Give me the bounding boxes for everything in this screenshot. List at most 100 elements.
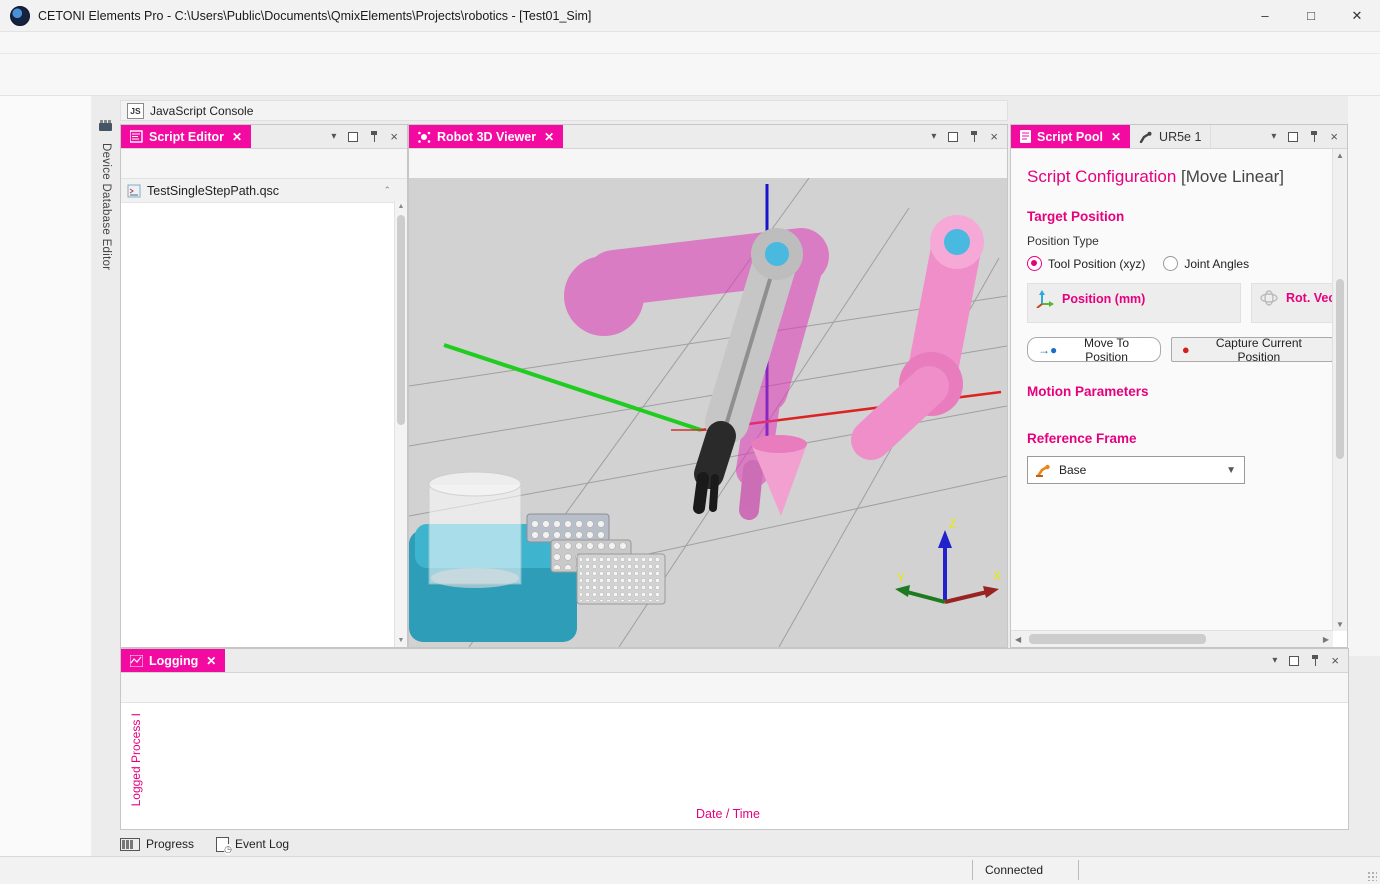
xyz-axes-icon: [1036, 290, 1054, 308]
script-pool-panel: Script Pool ✕ UR5e 1 ▾ × Script Configur…: [1010, 124, 1348, 648]
javascript-console-label: JavaScript Console: [150, 104, 253, 118]
close-icon[interactable]: ✕: [544, 130, 554, 144]
scroll-up-icon[interactable]: ▲: [1336, 151, 1344, 160]
app-icon: [10, 6, 30, 26]
close-button[interactable]: ✕: [1334, 0, 1380, 32]
robot-3d-viewer-tab-icon: [418, 131, 431, 143]
close-panel-icon[interactable]: ×: [390, 129, 398, 144]
script-step-list: [121, 201, 395, 647]
maximize-button[interactable]: □: [1288, 0, 1334, 32]
rotation-icon: [1260, 290, 1278, 306]
status-bar: Connected: [0, 856, 1380, 884]
pin-icon[interactable]: [1311, 655, 1319, 667]
target-position-heading: Target Position: [1027, 209, 1333, 224]
radio-tool-position[interactable]: Tool Position (xyz): [1027, 256, 1145, 271]
dock-menu-icon[interactable]: ▾: [1272, 655, 1277, 666]
logging-toolbar: [121, 673, 1348, 703]
tab-logging[interactable]: Logging ✕: [121, 649, 225, 672]
script-file-header[interactable]: TestSingleStepPath.qsc ⌃: [121, 179, 407, 203]
js-icon: JS: [127, 103, 144, 119]
reference-frame-select[interactable]: Base ▼: [1027, 456, 1245, 484]
right-vertical-tabs: [1348, 96, 1380, 656]
beaker: [429, 472, 521, 588]
connection-status: Connected: [985, 863, 1043, 877]
pin-icon[interactable]: [370, 131, 378, 143]
scroll-down-icon[interactable]: ▼: [1336, 620, 1344, 629]
close-icon[interactable]: ✕: [206, 654, 216, 668]
float-icon[interactable]: [1288, 132, 1298, 142]
float-icon[interactable]: [1289, 656, 1299, 666]
scroll-down-icon[interactable]: ▼: [395, 635, 407, 647]
gizmo-z-label: Z: [949, 517, 956, 531]
close-icon[interactable]: ✕: [1111, 130, 1121, 144]
script-configuration-form: Script Configuration [Move Linear] Targe…: [1011, 149, 1333, 631]
menu-bar: [0, 32, 1380, 54]
orientation-gizmo: Z X Y: [895, 517, 1001, 602]
device-database-icon: [99, 120, 113, 135]
scroll-up-icon[interactable]: ▲: [395, 201, 407, 213]
pin-icon[interactable]: [1310, 131, 1318, 143]
progress-button[interactable]: Progress: [120, 837, 194, 851]
logging-panel: Logging ✕ ▾ × Logged Process I Date / Ti…: [120, 648, 1349, 830]
chevron-down-icon: ▼: [1226, 465, 1236, 476]
sidebar-item-device-database-editor[interactable]: Device Database Editor: [100, 143, 112, 270]
bottom-dock-bar: Progress Event Log: [120, 832, 820, 856]
tab-ur5e-1[interactable]: UR5e 1: [1130, 125, 1211, 148]
position-group: Position (mm): [1027, 283, 1241, 323]
close-panel-icon[interactable]: ×: [1330, 129, 1338, 144]
radio-joint-angles[interactable]: Joint Angles: [1163, 256, 1249, 271]
motion-parameters-heading: Motion Parameters: [1027, 384, 1333, 399]
dock-menu-icon[interactable]: ▾: [331, 131, 336, 142]
event-log-button[interactable]: Event Log: [216, 837, 289, 852]
left-vertical-tabs: Device Database Editor: [92, 96, 120, 396]
logging-tab-icon: [130, 655, 143, 667]
script-pool-tab-icon: [1020, 130, 1031, 143]
close-icon[interactable]: ✕: [232, 130, 242, 144]
viewer-toolbar: [409, 149, 1007, 179]
dock-menu-icon[interactable]: ▾: [931, 131, 936, 142]
title-bar: CETONI Elements Pro - C:\Users\Public\Do…: [0, 0, 1380, 32]
page-title: Script Configuration [Move Linear]: [1027, 167, 1333, 187]
radio-dot[interactable]: [1163, 256, 1178, 271]
close-panel-icon[interactable]: ×: [1331, 653, 1339, 668]
scroll-left-icon[interactable]: ◀: [1015, 635, 1021, 644]
rotation-group: Rot. Vector: [1251, 283, 1333, 323]
progress-icon: [120, 838, 140, 851]
move-to-position-button[interactable]: →● Move To Position: [1027, 337, 1161, 362]
capture-current-position-button[interactable]: ● Capture Current Position: [1171, 337, 1333, 362]
collapse-all-icon[interactable]: ⌃: [383, 185, 391, 196]
event-log-icon: [216, 837, 229, 852]
script-file-icon: [127, 184, 141, 198]
tab-script-pool[interactable]: Script Pool ✕: [1011, 125, 1130, 148]
float-icon[interactable]: [948, 132, 958, 142]
javascript-console-bar[interactable]: JS JavaScript Console: [120, 100, 1008, 121]
radio-dot[interactable]: [1027, 256, 1042, 271]
dock-menu-icon[interactable]: ▾: [1271, 131, 1276, 142]
minimize-button[interactable]: –: [1242, 0, 1288, 32]
base-robot-icon: [1036, 464, 1051, 477]
tab-script-editor[interactable]: Script Editor ✕: [121, 125, 251, 148]
robot-3d-viewer-panel: Robot 3D Viewer ✕ ▾ ×: [408, 124, 1008, 648]
resize-grip[interactable]: [1367, 871, 1377, 881]
left-sidebar: [0, 96, 92, 856]
script-editor-toolbar: [121, 149, 407, 179]
script-editor-panel: Script Editor ✕ ▾ × TestSingleStepPath.q…: [120, 124, 408, 648]
close-panel-icon[interactable]: ×: [990, 129, 998, 144]
pool-vertical-scrollbar[interactable]: ▲ ▼: [1332, 149, 1347, 631]
window-title: CETONI Elements Pro - C:\Users\Public\Do…: [38, 9, 591, 23]
3d-scene[interactable]: Z X Y: [409, 178, 1007, 647]
script-editor-scrollbar[interactable]: ▲ ▼: [394, 201, 407, 647]
move-arrow-icon: →●: [1038, 343, 1057, 357]
gizmo-x-label: X: [993, 569, 1001, 583]
chart-y-label: Logged Process I: [129, 713, 143, 806]
pool-horizontal-scrollbar[interactable]: ◀ ▶: [1011, 630, 1333, 647]
logged-process-chart[interactable]: [151, 721, 1331, 781]
reference-frame-heading: Reference Frame: [1027, 431, 1333, 446]
gizmo-y-label: Y: [897, 571, 905, 585]
scroll-right-icon[interactable]: ▶: [1323, 635, 1329, 644]
tab-robot-3d-viewer[interactable]: Robot 3D Viewer ✕: [409, 125, 563, 148]
chart-x-label: Date / Time: [696, 807, 760, 821]
chart-legend: [121, 704, 1348, 720]
pin-icon[interactable]: [970, 131, 978, 143]
float-icon[interactable]: [348, 132, 358, 142]
